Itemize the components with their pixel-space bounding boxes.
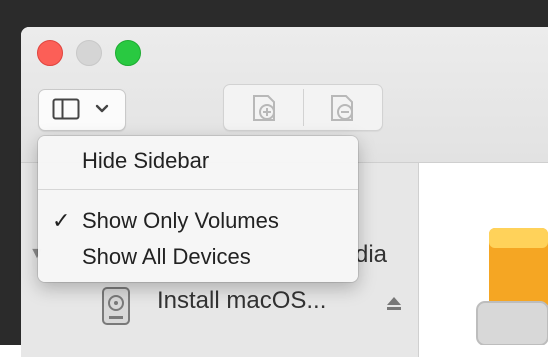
segment-divider — [303, 89, 304, 126]
add-volume-icon[interactable] — [250, 94, 280, 122]
menu-item-label: Show Only Volumes — [82, 208, 279, 233]
sidebar-options-menu: Hide Sidebar ✓ Show Only Volumes Show Al… — [38, 136, 358, 282]
remove-volume-icon[interactable] — [328, 94, 358, 122]
menu-item-show-all-devices[interactable]: Show All Devices — [38, 241, 358, 273]
volume-segmented-control — [223, 84, 383, 131]
sidebar-truncated-label: dia — [355, 241, 388, 268]
zoom-button[interactable] — [115, 40, 141, 66]
menu-item-show-only-volumes[interactable]: ✓ Show Only Volumes — [38, 205, 358, 237]
minimize-button[interactable] — [76, 40, 102, 66]
sidebar-toggle-icon — [52, 98, 80, 120]
sidebar-toggle-button[interactable] — [38, 89, 126, 131]
menu-item-label: Show All Devices — [82, 244, 251, 269]
checkmark-icon: ✓ — [52, 208, 71, 233]
drive-icon — [102, 287, 130, 325]
menu-item-label: Hide Sidebar — [82, 148, 210, 173]
menu-separator — [38, 189, 358, 190]
sidebar-item-install-macos[interactable]: Install macOS... — [157, 287, 326, 315]
close-button[interactable] — [37, 40, 63, 66]
menu-item-hide-sidebar[interactable]: Hide Sidebar — [38, 145, 358, 177]
disk-image-icon — [476, 228, 548, 345]
chevron-down-icon — [95, 104, 109, 113]
eject-icon[interactable] — [386, 295, 402, 311]
